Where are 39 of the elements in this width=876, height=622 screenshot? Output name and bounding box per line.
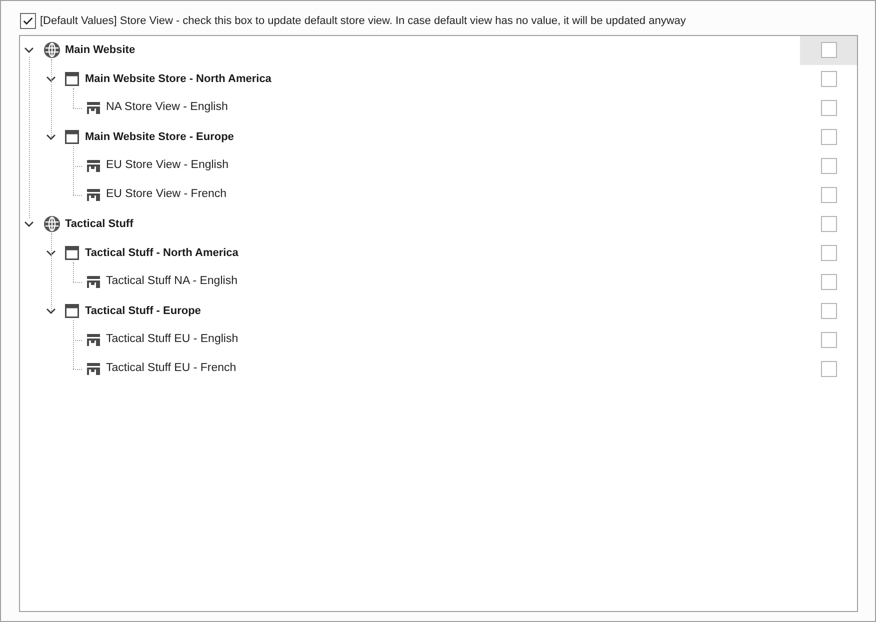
tree-item-label[interactable]: EU Store View - English <box>106 157 229 175</box>
checkbox[interactable] <box>820 42 836 58</box>
tree-item-label[interactable]: Main Website <box>65 42 136 58</box>
window-icon <box>65 246 79 260</box>
tree-item-label[interactable]: Main Website Store - Europe <box>85 128 234 146</box>
checkbox[interactable] <box>820 100 836 116</box>
storefront-icon <box>87 189 100 201</box>
tree-item-label[interactable]: Main Website Store - North America <box>85 70 272 88</box>
tree-item-label[interactable]: Tactical Stuff <box>65 216 134 232</box>
globe-icon <box>44 216 60 232</box>
checkbox[interactable] <box>820 274 836 290</box>
checkbox-label: [Default Values] Store View - check this box to update default store view. In case default view has no value, it will be updated anyway <box>40 14 686 29</box>
checkbox[interactable] <box>820 71 836 87</box>
window-icon <box>65 130 79 144</box>
tree-item-label[interactable]: Tactical Stuff EU - English <box>106 331 238 349</box>
globe-icon <box>44 42 60 58</box>
tree-item-label[interactable]: Tactical Stuff - North America <box>85 244 238 262</box>
checkbox[interactable] <box>820 361 836 377</box>
tree-item-label[interactable]: EU Store View - French <box>106 186 227 204</box>
tree-item-label[interactable]: NA Store View - English <box>106 99 228 117</box>
checkbox[interactable] <box>820 129 836 145</box>
storefront-icon <box>87 276 100 288</box>
check-icon <box>23 17 33 26</box>
tree-item-label[interactable]: Tactical Stuff - Europe <box>85 302 201 320</box>
checkbox[interactable] <box>20 13 36 30</box>
checkbox[interactable] <box>820 332 836 348</box>
tree-item-label[interactable]: Tactical Stuff NA - English <box>106 273 238 291</box>
storefront-icon <box>87 334 100 346</box>
storefront-icon <box>87 160 100 172</box>
checkbox[interactable] <box>820 216 836 232</box>
checkbox[interactable] <box>820 158 836 174</box>
tree-item-label[interactable]: Tactical Stuff EU - French <box>106 360 236 378</box>
checkbox[interactable] <box>820 187 836 203</box>
storefront-icon <box>87 363 100 375</box>
window-icon <box>65 304 79 318</box>
checkbox[interactable] <box>820 303 836 319</box>
storefront-icon <box>87 102 100 114</box>
checkbox[interactable] <box>820 245 836 261</box>
window-icon <box>65 72 79 86</box>
